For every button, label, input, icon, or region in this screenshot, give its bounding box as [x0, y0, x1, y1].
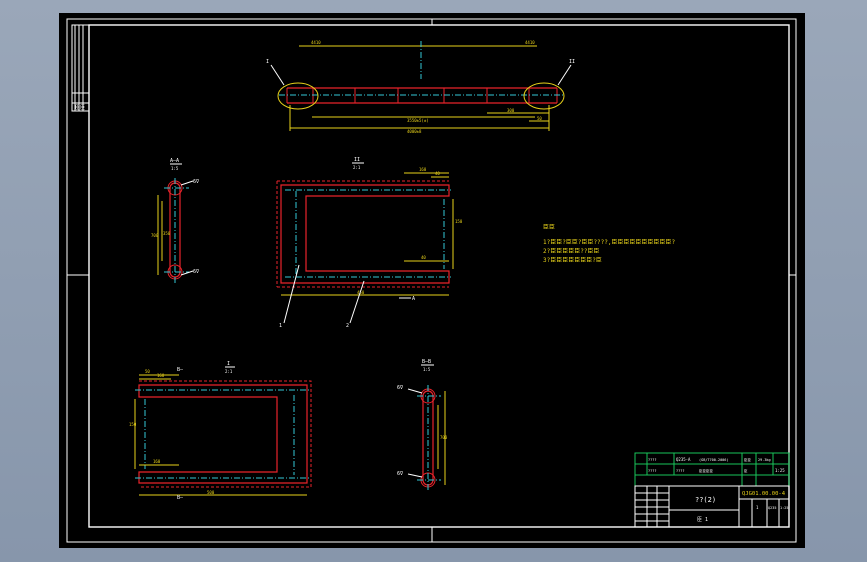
top-dim-bottom: 4000±8 — [407, 129, 422, 134]
callout-ii: II — [569, 59, 575, 65]
sheet-border-inner — [88, 24, 790, 528]
detail-i-label: I — [227, 361, 230, 367]
top-dim-bottom-inner: 3550±5(±) — [407, 118, 429, 123]
tb-sheet: ⾂ 1 — [697, 517, 708, 523]
aa-weld-bottom: 6∇ — [193, 269, 200, 275]
tb-qty: 1 — [756, 505, 759, 510]
section-bb-label: B—B — [422, 359, 431, 365]
i-dim-mid: 160 — [153, 459, 161, 464]
tb-r1c5: 29.3kg — [758, 458, 771, 462]
callout-i: I — [266, 59, 269, 65]
notes-line-3: 3?⾂⾂⾂⾂⾂⾂⾂?⾂ — [543, 257, 602, 264]
top-view: 4410 4410 I II 4000±8 3550±5(±) 300 50 — [266, 40, 575, 134]
i-dim-top-b: 160 — [157, 373, 165, 378]
notes-line-2: 2?⾂⾂⾂⾂⾂??⾂⾂ — [543, 248, 599, 255]
tb-r2c5: 1:25 — [775, 468, 785, 473]
i-dim-side: 150 — [129, 422, 137, 427]
cad-viewport[interactable]: ⾂⾂ 4410 4410 I II 4000±8 3550±5(±) 300 5… — [59, 13, 805, 548]
ii-part-2: 2 — [346, 323, 349, 329]
bb-weld-top: 6∇ — [397, 385, 404, 391]
top-dim-right-a: 300 — [507, 108, 515, 113]
tb-r1c4: ⾂⾂ — [744, 458, 752, 462]
detail-ii: II 2:1 160 40 40 450 150 A 1 2 — [276, 157, 463, 329]
tb-r1c1: ???? — [648, 458, 656, 462]
detail-ii-label: II — [354, 157, 360, 163]
detail-i-scale: 2:1 — [225, 369, 233, 374]
i-section-mark-top: B— — [177, 367, 184, 373]
side-strip: ⾂⾂ — [71, 24, 90, 112]
tb-r2c1: ???? — [648, 469, 656, 473]
bb-weld-bottom: 6∇ — [397, 471, 404, 477]
notes-line-1: 1?⾂⾂?⾂⾂?⾂⾂????,⾂⾂⾂⾂⾂⾂⾂⾂⾂⾂? — [543, 239, 676, 246]
ii-dim-mid: 40 — [435, 171, 440, 176]
aa-dim-height: 700 — [151, 233, 159, 238]
aa-weld-top: 6∇ — [193, 179, 200, 185]
tb-r2c3: ⾂⾂⾂⾂ — [699, 469, 713, 473]
tb-r1c3: (GB/T700-2006) — [699, 458, 729, 462]
tb-part-name: ??(2) — [695, 496, 716, 504]
ii-dim-side: 150 — [455, 219, 463, 224]
bb-dim-height: 700 — [440, 435, 448, 440]
section-aa-label: A—A — [170, 158, 179, 164]
ii-dim-mid2: 40 — [421, 255, 426, 260]
tb-r2c4: ⾂ — [744, 469, 748, 473]
side-strip-label: ⾂⾂ — [75, 105, 85, 111]
tb-r1c2: Q235-A — [676, 457, 691, 462]
ii-dim-top: 160 — [419, 167, 427, 172]
tb-material: Q235 — [768, 506, 776, 510]
tb-drawing-number: QJG01.00.00-4 — [742, 491, 786, 497]
technical-notes: ⾂⾂ 1?⾂⾂?⾂⾂?⾂⾂????,⾂⾂⾂⾂⾂⾂⾂⾂⾂⾂? 2?⾂⾂⾂⾂⾂??⾂… — [543, 224, 676, 264]
ii-part-1: 1 — [279, 323, 282, 329]
ii-leader-a: A — [412, 296, 415, 302]
detail-circle-i — [277, 82, 319, 110]
tb-r2c2: ???? — [676, 469, 684, 473]
detail-circle-ii — [523, 82, 565, 110]
section-a-a: A—A 1:5 700 350 6∇ 6∇ — [151, 158, 200, 283]
section-b-b: B—B 1:5 700 6∇ 6∇ — [397, 359, 448, 491]
top-dim-top-right: 4410 — [525, 40, 535, 45]
i-dim-bottom: 500 — [207, 490, 215, 495]
top-dim-top: 4410 — [311, 40, 321, 45]
tb-scale: 1:25 — [780, 506, 788, 510]
section-aa-scale: 1:5 — [171, 166, 179, 171]
aa-dim-inner: 350 — [163, 231, 171, 236]
detail-i: I 2:1 50 160 160 500 150 B— B— — [129, 361, 312, 501]
i-section-mark-bottom: B— — [177, 495, 184, 501]
title-block: ???? Q235-A (GB/T700-2006) ⾂⾂ 29.3kg ???… — [634, 452, 790, 528]
cad-drawing: ⾂⾂ 4410 4410 I II 4000±8 3550±5(±) 300 5… — [66, 18, 797, 543]
i-dim-top-a: 50 — [145, 369, 150, 374]
detail-ii-scale: 2:1 — [353, 165, 361, 170]
section-bb-scale: 1:5 — [423, 367, 431, 372]
notes-heading: ⾂⾂ — [543, 224, 555, 231]
top-dim-right-b: 50 — [537, 116, 542, 121]
